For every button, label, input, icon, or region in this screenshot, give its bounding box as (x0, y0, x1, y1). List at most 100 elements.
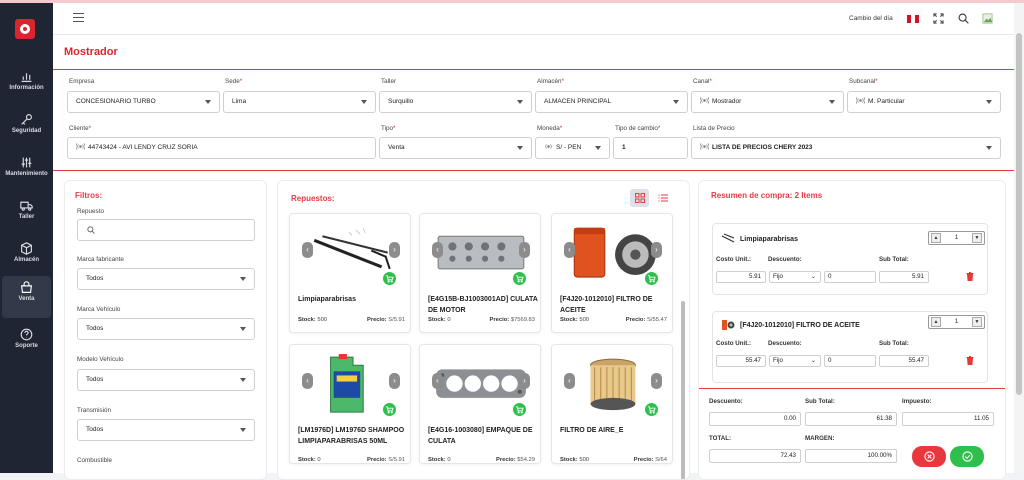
product-card[interactable]: ‹ › [LM1976D] LM1976D SHAMPOO LIMPIAPARABR… (289, 344, 411, 464)
next-image-arrow[interactable]: › (519, 242, 530, 258)
truck-icon (20, 201, 33, 211)
cancel-button[interactable] (912, 446, 946, 467)
add-to-cart-button[interactable] (383, 272, 396, 285)
chevron-down-icon (361, 100, 367, 104)
chevron-down-icon[interactable]: ▼ (972, 233, 982, 243)
next-image-arrow[interactable]: › (651, 242, 662, 258)
price-value: S/55.47 (647, 317, 667, 323)
add-to-cart-button[interactable] (645, 272, 658, 285)
canal-select[interactable]: Mostrador (691, 91, 844, 113)
product-card[interactable]: ‹ › Limpiaparabrisas Stock: 500 Precio: S/5.… (289, 213, 411, 333)
quantity-stepper[interactable]: ▲ 1 ▼ (928, 315, 985, 329)
prev-image-arrow[interactable]: ‹ (432, 242, 443, 258)
next-image-arrow[interactable]: › (519, 373, 530, 389)
marca-vehiculo-select[interactable]: Todos (77, 318, 255, 340)
stock-label: Stock: (560, 317, 578, 323)
page-scrollbar[interactable] (1014, 3, 1024, 473)
price-value: $7569.83 (510, 317, 535, 323)
list-view-button[interactable] (653, 189, 672, 207)
sidebar-item-venta[interactable]: Venta (2, 276, 51, 318)
modelo-vehiculo-select[interactable]: Todos (77, 369, 255, 391)
price-label: Precio: (625, 317, 646, 323)
product-card[interactable]: ‹ › [F4J20-1012010] FILTRO DE ACEITE Stock:… (551, 213, 673, 333)
sidebar-item-seguridad[interactable]: Seguridad (2, 108, 51, 146)
prev-image-arrow[interactable]: ‹ (432, 373, 443, 389)
next-image-arrow[interactable]: › (389, 242, 400, 258)
descuento-tipo-select[interactable]: Fijo ⌄ (769, 355, 821, 367)
trash-icon[interactable] (966, 356, 974, 365)
descuento-input[interactable]: 0 (824, 271, 876, 283)
resumen-panel: Resumen de compra: 2 Items Limpiaparabri… (698, 180, 1006, 480)
filters-title: Filtros: (75, 191, 103, 200)
marca-fabricante-select[interactable]: Todos (77, 268, 255, 290)
descuento-input[interactable]: 0 (824, 355, 876, 367)
marca-fabricante-label: Marca fabricante (77, 256, 124, 263)
prev-image-arrow[interactable]: ‹ (564, 242, 575, 258)
resumen-title: Resumen de compra: 2 Items (711, 191, 823, 200)
costo-unit-field[interactable]: 5.91 (716, 271, 766, 283)
subcanal-select[interactable]: M. Particular (847, 91, 1001, 113)
add-to-cart-button[interactable] (513, 403, 526, 416)
prev-image-arrow[interactable]: ‹ (302, 242, 313, 258)
next-image-arrow[interactable]: › (389, 373, 400, 389)
descuento-label: Descuento: (768, 256, 802, 263)
next-image-arrow[interactable]: › (651, 373, 662, 389)
lista-precio-select[interactable]: LISTA DE PRECIOS CHERY 2023 (691, 137, 1001, 159)
tipo-value: Venta (388, 144, 405, 151)
decrement-icon[interactable]: ▲ (931, 317, 941, 327)
sliders-icon (21, 157, 32, 168)
broadcast-icon (700, 97, 709, 104)
product-card[interactable]: ‹ › FILTRO DE AIRE_E Stock: 500 Precio: S/64 (551, 344, 673, 464)
chevron-down-icon[interactable]: ▼ (972, 317, 982, 327)
sidebar-item-soporte[interactable]: Soporte (2, 323, 51, 361)
cliente-select[interactable]: 44743424 - AVI LENDY CRUZ SORIA (67, 137, 376, 159)
product-name: [E4G15B-BJ1003001AD] CULATA DE MOTOR (428, 296, 538, 314)
product-name: [F4J20-1012010] FILTRO DE ACEITE (560, 296, 653, 314)
sidebar-item-mantenimiento[interactable]: Mantenimiento (2, 151, 51, 189)
prev-image-arrow[interactable]: ‹ (302, 373, 313, 389)
tipo-select[interactable]: Venta (379, 137, 532, 159)
add-to-cart-button[interactable] (645, 403, 658, 416)
trash-icon[interactable] (966, 272, 974, 281)
repuesto-search-input[interactable] (77, 219, 255, 241)
product-card[interactable]: ‹ › [E4G15B-BJ1003001AD] CULATA DE MOTOR St… (419, 213, 541, 333)
sidebar-item-informacion[interactable]: Información (2, 65, 51, 103)
product-card[interactable]: ‹ › [E4G16-1003080] EMPAQUE DE CULATA Stock… (419, 344, 541, 464)
tipo-cambio-input[interactable]: 1 (613, 137, 688, 159)
filters-panel: Filtros: Repuesto Marca fabricante Todos… (64, 180, 267, 480)
repuestos-scrollbar[interactable] (681, 301, 685, 479)
taller-select[interactable]: Surquillo (379, 91, 532, 113)
quantity-stepper[interactable]: ▲ 1 ▼ (928, 231, 985, 245)
moneda-select[interactable]: S/ - PEN (535, 137, 610, 159)
add-to-cart-button[interactable] (513, 272, 526, 285)
search-icon[interactable] (958, 13, 969, 24)
decrement-icon[interactable]: ▲ (931, 233, 941, 243)
descuento-tipo-select[interactable]: Fijo ⌄ (769, 271, 821, 283)
item-name: [F4J20-1012010] FILTRO DE ACEITE (740, 322, 860, 329)
almacen-select[interactable]: ALMACEN PRINCIPAL (535, 91, 688, 113)
confirm-button[interactable] (950, 446, 984, 467)
chevron-down-icon (240, 428, 246, 432)
repuesto-label: Repuesto (77, 208, 104, 215)
transmision-select[interactable]: Todos (77, 419, 255, 441)
cliente-value: 44743424 - AVI LENDY CRUZ SORIA (88, 144, 198, 151)
empresa-select[interactable]: CONCESIONARIO TURBO (67, 91, 220, 113)
sede-select[interactable]: Lima (223, 91, 376, 113)
grid-view-button[interactable] (630, 189, 649, 207)
product-name: Limpiaparabrisas (298, 296, 356, 303)
cambio-del-dia-link[interactable]: Cambio del día (849, 15, 893, 22)
sidebar-item-taller[interactable]: Taller (2, 194, 51, 232)
sidebar-item-almacen[interactable]: Almacén (2, 237, 51, 275)
peru-flag-icon[interactable] (907, 15, 919, 23)
app-logo[interactable] (15, 19, 35, 39)
costo-unit-field[interactable]: 55.47 (716, 355, 766, 367)
fullscreen-icon[interactable] (933, 13, 944, 24)
hamburger-menu-icon[interactable] (73, 13, 84, 23)
margen-field: 100.00% (805, 449, 897, 463)
cart-icon (515, 275, 524, 283)
avatar[interactable] (982, 13, 993, 24)
add-to-cart-button[interactable] (383, 403, 396, 416)
scrollbar-thumb[interactable] (1016, 33, 1022, 395)
moneda-value: S/ - PEN (556, 144, 582, 151)
prev-image-arrow[interactable]: ‹ (564, 373, 575, 389)
